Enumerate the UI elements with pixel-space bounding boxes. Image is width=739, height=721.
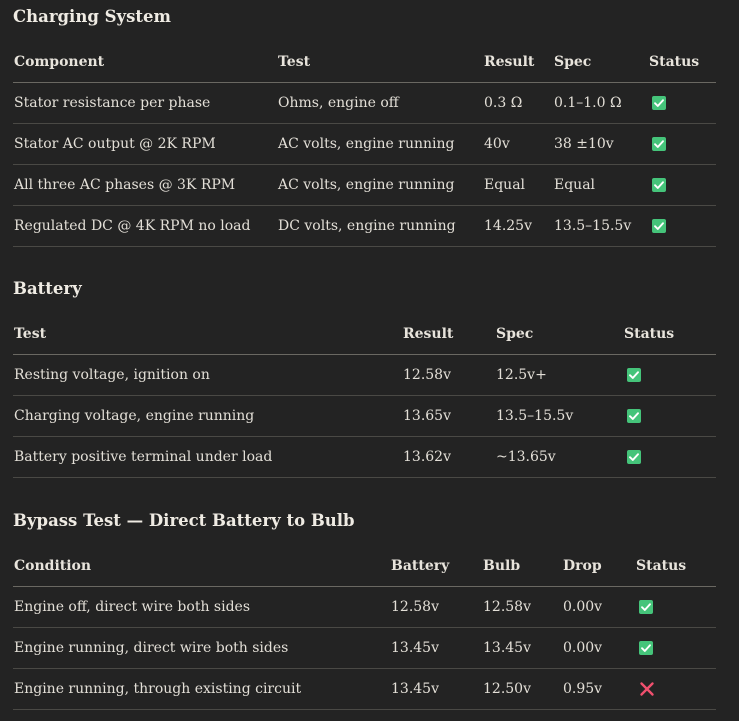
spec-cell: Equal bbox=[553, 164, 648, 206]
table-header-row: Condition Battery Bulb Drop Status bbox=[13, 546, 716, 587]
column-header: Bulb bbox=[482, 546, 562, 587]
spec-cell: 13.5–15.5v bbox=[553, 205, 648, 247]
battery-table: Test Result Spec Status Resting voltage,… bbox=[13, 314, 716, 478]
bulb-cell: 13.45v bbox=[482, 627, 562, 669]
component-cell: Stator AC output @ 2K RPM bbox=[13, 123, 277, 165]
table-row: Regulated DC @ 4K RPM no load DC volts, … bbox=[13, 205, 716, 247]
condition-cell: Engine running, through existing circuit bbox=[13, 668, 390, 710]
condition-cell: Engine running, direct wire both sides bbox=[13, 627, 390, 669]
status-cell bbox=[635, 586, 716, 628]
drop-cell: 0.95v bbox=[562, 668, 635, 710]
table-row: Engine running, direct wire both sides 1… bbox=[13, 627, 716, 669]
check-mark-icon bbox=[652, 178, 666, 192]
table-row: Resting voltage, ignition on 12.58v 12.5… bbox=[13, 354, 716, 396]
battery-cell: 13.45v bbox=[390, 668, 482, 710]
column-header: Status bbox=[648, 42, 716, 83]
condition-cell: Engine off, direct wire both sides bbox=[13, 586, 390, 628]
result-cell: 13.65v bbox=[402, 395, 495, 437]
column-header: Component bbox=[13, 42, 277, 83]
battery-cell: 13.45v bbox=[390, 627, 482, 669]
component-cell: Stator resistance per phase bbox=[13, 82, 277, 124]
test-cell: AC volts, engine running bbox=[277, 164, 483, 206]
status-cell bbox=[623, 395, 716, 437]
battery-title: Battery bbox=[13, 279, 82, 298]
table-row: Battery positive terminal under load 13.… bbox=[13, 436, 716, 478]
check-mark-icon bbox=[652, 137, 666, 151]
charging-system-title: Charging System bbox=[13, 7, 171, 26]
component-cell: All three AC phases @ 3K RPM bbox=[13, 164, 277, 206]
column-header: Drop bbox=[562, 546, 635, 587]
status-cell bbox=[648, 164, 716, 206]
spec-cell: 0.1–1.0 Ω bbox=[553, 82, 648, 124]
result-cell: Equal bbox=[483, 164, 553, 206]
column-header: Result bbox=[402, 314, 495, 355]
battery-cell: 12.58v bbox=[390, 586, 482, 628]
bypass-test-section: Bypass Test — Direct Battery to Bulb Con… bbox=[13, 510, 716, 710]
spec-cell: ~13.65v bbox=[495, 436, 623, 478]
bypass-test-table: Condition Battery Bulb Drop Status Engin… bbox=[13, 546, 716, 710]
result-cell: 13.62v bbox=[402, 436, 495, 478]
result-cell: 40v bbox=[483, 123, 553, 165]
test-cell: Ohms, engine off bbox=[277, 82, 483, 124]
component-cell: Regulated DC @ 4K RPM no load bbox=[13, 205, 277, 247]
column-header: Battery bbox=[390, 546, 482, 587]
table-row: Stator AC output @ 2K RPM AC volts, engi… bbox=[13, 123, 716, 165]
column-header: Test bbox=[13, 314, 402, 355]
result-cell: 14.25v bbox=[483, 205, 553, 247]
table-header-row: Component Test Result Spec Status bbox=[13, 42, 716, 83]
charging-system-section: Charging System Component Test Result Sp… bbox=[13, 6, 716, 247]
column-header: Spec bbox=[553, 42, 648, 83]
check-mark-icon bbox=[627, 409, 641, 423]
column-header: Test bbox=[277, 42, 483, 83]
status-cell bbox=[648, 123, 716, 165]
spec-cell: 13.5–15.5v bbox=[495, 395, 623, 437]
bulb-cell: 12.50v bbox=[482, 668, 562, 710]
table-row: Engine off, direct wire both sides 12.58… bbox=[13, 586, 716, 628]
result-cell: 12.58v bbox=[402, 354, 495, 396]
status-cell bbox=[648, 82, 716, 124]
bypass-test-title: Bypass Test — Direct Battery to Bulb bbox=[13, 511, 355, 530]
table-row: Stator resistance per phase Ohms, engine… bbox=[13, 82, 716, 124]
drop-cell: 0.00v bbox=[562, 586, 635, 628]
column-header: Condition bbox=[13, 546, 390, 587]
check-mark-icon bbox=[652, 96, 666, 110]
table-header-row: Test Result Spec Status bbox=[13, 314, 716, 355]
test-cell: AC volts, engine running bbox=[277, 123, 483, 165]
column-header: Spec bbox=[495, 314, 623, 355]
drop-cell: 0.00v bbox=[562, 627, 635, 669]
table-row: Engine running, through existing circuit… bbox=[13, 668, 716, 710]
check-mark-icon bbox=[627, 450, 641, 464]
result-cell: 0.3 Ω bbox=[483, 82, 553, 124]
column-header: Status bbox=[635, 546, 716, 587]
test-cell: Battery positive terminal under load bbox=[13, 436, 402, 478]
test-cell: DC volts, engine running bbox=[277, 205, 483, 247]
bulb-cell: 12.58v bbox=[482, 586, 562, 628]
spec-cell: 38 ±10v bbox=[553, 123, 648, 165]
status-cell bbox=[648, 205, 716, 247]
spec-cell: 12.5v+ bbox=[495, 354, 623, 396]
check-mark-icon bbox=[639, 600, 653, 614]
check-mark-icon bbox=[639, 641, 653, 655]
status-cell bbox=[623, 354, 716, 396]
test-cell: Resting voltage, ignition on bbox=[13, 354, 402, 396]
battery-section: Battery Test Result Spec Status Resting … bbox=[13, 278, 716, 478]
check-mark-icon bbox=[627, 368, 641, 382]
column-header: Status bbox=[623, 314, 716, 355]
status-cell bbox=[635, 668, 716, 710]
column-header: Result bbox=[483, 42, 553, 83]
status-cell bbox=[635, 627, 716, 669]
charging-system-table: Component Test Result Spec Status Stator… bbox=[13, 42, 716, 247]
cross-mark-icon bbox=[639, 681, 655, 697]
check-mark-icon bbox=[652, 219, 666, 233]
table-row: All three AC phases @ 3K RPM AC volts, e… bbox=[13, 164, 716, 206]
status-cell bbox=[623, 436, 716, 478]
test-cell: Charging voltage, engine running bbox=[13, 395, 402, 437]
table-row: Charging voltage, engine running 13.65v … bbox=[13, 395, 716, 437]
